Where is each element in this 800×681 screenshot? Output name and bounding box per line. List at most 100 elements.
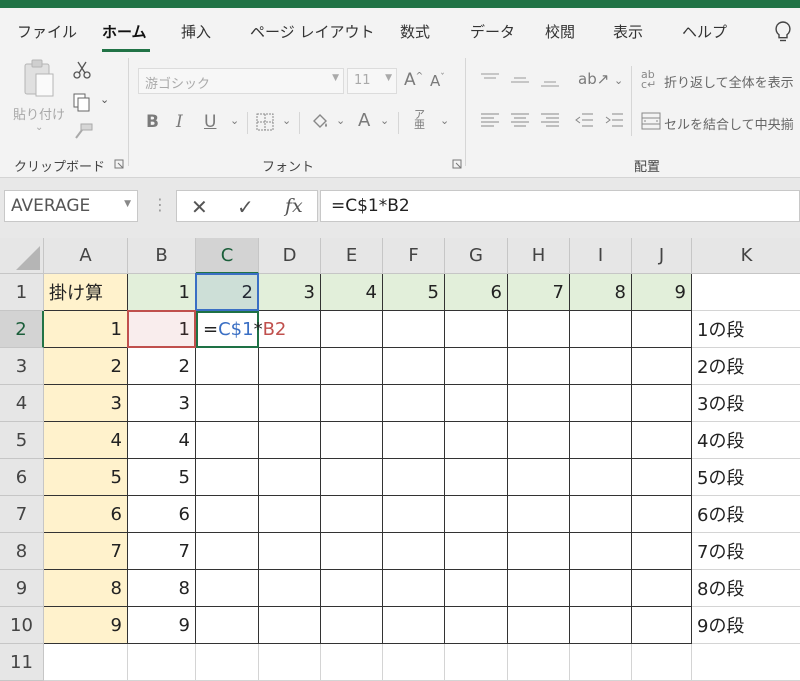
paste-icon[interactable]	[22, 58, 56, 98]
align-bottom-icon[interactable]	[540, 72, 560, 88]
cell-a11[interactable]	[44, 644, 128, 681]
cell-h8[interactable]	[508, 533, 570, 570]
orientation-icon[interactable]: ab↗	[578, 70, 609, 88]
cell-j10[interactable]	[632, 607, 692, 644]
cell-f6[interactable]	[383, 459, 445, 496]
cell-i7[interactable]	[570, 496, 632, 533]
cell-j6[interactable]	[632, 459, 692, 496]
column-header-k[interactable]: K	[692, 238, 800, 274]
paste-dropdown-icon[interactable]: ⌄	[35, 122, 43, 133]
cell-i5[interactable]	[570, 422, 632, 459]
cell-j3[interactable]	[632, 348, 692, 385]
underline-dropdown-icon[interactable]: ⌄	[230, 114, 239, 127]
bold-button[interactable]: B	[146, 112, 159, 132]
column-header-e[interactable]: E	[321, 238, 383, 274]
cell-c11[interactable]	[196, 644, 259, 681]
enter-icon[interactable]: ✓	[237, 195, 254, 219]
column-header-f[interactable]: F	[383, 238, 445, 274]
cell-e7[interactable]	[321, 496, 383, 533]
cell-d4[interactable]	[259, 385, 321, 422]
align-right-icon[interactable]	[540, 112, 560, 130]
cell-h10[interactable]	[508, 607, 570, 644]
align-left-icon[interactable]	[480, 112, 500, 130]
tab-formulas[interactable]: 数式	[400, 21, 430, 42]
row-header-10[interactable]: 10	[0, 607, 44, 644]
cell-c6[interactable]	[196, 459, 259, 496]
cell-h6[interactable]	[508, 459, 570, 496]
column-header-j[interactable]: J	[632, 238, 692, 274]
cell-b11[interactable]	[128, 644, 196, 681]
column-header-h[interactable]: H	[508, 238, 570, 274]
cell-k10[interactable]: 9の段	[692, 607, 800, 644]
cell-d6[interactable]	[259, 459, 321, 496]
cell-a6[interactable]: 5	[44, 459, 128, 496]
cell-f10[interactable]	[383, 607, 445, 644]
orientation-dropdown-icon[interactable]: ⌄	[614, 74, 623, 87]
cell-g4[interactable]	[445, 385, 508, 422]
cell-c1[interactable]: 2	[196, 274, 259, 311]
cell-h11[interactable]	[508, 644, 570, 681]
cut-icon[interactable]	[72, 60, 92, 80]
cell-c3[interactable]	[196, 348, 259, 385]
cell-d1[interactable]: 3	[259, 274, 321, 311]
cell-k2[interactable]: 1の段	[692, 311, 800, 348]
cell-c10[interactable]	[196, 607, 259, 644]
cell-g2[interactable]	[445, 311, 508, 348]
cell-b4[interactable]: 3	[128, 385, 196, 422]
copy-icon[interactable]	[72, 92, 92, 112]
cell-e10[interactable]	[321, 607, 383, 644]
font-color-dropdown-icon[interactable]: ⌄	[380, 114, 389, 127]
cell-h3[interactable]	[508, 348, 570, 385]
shrink-font-button[interactable]: Aˇ	[430, 72, 445, 90]
cell-f1[interactable]: 5	[383, 274, 445, 311]
grow-font-button[interactable]: A^	[404, 70, 423, 90]
cell-e4[interactable]	[321, 385, 383, 422]
row-header-11[interactable]: 11	[0, 644, 44, 681]
copy-dropdown-icon[interactable]: ⌄	[100, 93, 109, 106]
cell-j4[interactable]	[632, 385, 692, 422]
cell-b7[interactable]: 6	[128, 496, 196, 533]
cell-f4[interactable]	[383, 385, 445, 422]
cell-d11[interactable]	[259, 644, 321, 681]
cell-k9[interactable]: 8の段	[692, 570, 800, 607]
cell-c4[interactable]	[196, 385, 259, 422]
cell-e2[interactable]	[321, 311, 383, 348]
borders-icon[interactable]	[256, 113, 274, 131]
cell-k7[interactable]: 6の段	[692, 496, 800, 533]
formula-input[interactable]: =C$1*B2	[320, 190, 800, 222]
cell-i3[interactable]	[570, 348, 632, 385]
row-header-2[interactable]: 2	[0, 311, 44, 348]
cell-j2[interactable]	[632, 311, 692, 348]
cell-d7[interactable]	[259, 496, 321, 533]
cell-d5[interactable]	[259, 422, 321, 459]
cell-j1[interactable]: 9	[632, 274, 692, 311]
cell-e9[interactable]	[321, 570, 383, 607]
align-top-icon[interactable]	[480, 72, 500, 88]
row-header-7[interactable]: 7	[0, 496, 44, 533]
merge-center-icon[interactable]	[641, 112, 661, 130]
cell-b3[interactable]: 2	[128, 348, 196, 385]
cell-c5[interactable]	[196, 422, 259, 459]
cell-k1[interactable]	[692, 274, 800, 311]
cell-c8[interactable]	[196, 533, 259, 570]
cell-g6[interactable]	[445, 459, 508, 496]
cell-e5[interactable]	[321, 422, 383, 459]
row-header-9[interactable]: 9	[0, 570, 44, 607]
phonetic-guide-icon[interactable]: ア亜	[414, 109, 425, 130]
cell-g8[interactable]	[445, 533, 508, 570]
font-name-select[interactable]: 游ゴシック ▼	[138, 68, 344, 94]
cell-d3[interactable]	[259, 348, 321, 385]
font-color-button[interactable]: A	[358, 110, 370, 131]
column-header-g[interactable]: G	[445, 238, 508, 274]
wrap-text-icon[interactable]: ab c↵	[641, 69, 656, 90]
cell-d9[interactable]	[259, 570, 321, 607]
column-header-c[interactable]: C	[196, 238, 259, 274]
row-header-3[interactable]: 3	[0, 348, 44, 385]
cell-b5[interactable]: 4	[128, 422, 196, 459]
cell-i11[interactable]	[570, 644, 632, 681]
cell-h4[interactable]	[508, 385, 570, 422]
cell-g1[interactable]: 6	[445, 274, 508, 311]
font-launcher-icon[interactable]	[452, 159, 462, 169]
cell-i6[interactable]	[570, 459, 632, 496]
cell-i4[interactable]	[570, 385, 632, 422]
